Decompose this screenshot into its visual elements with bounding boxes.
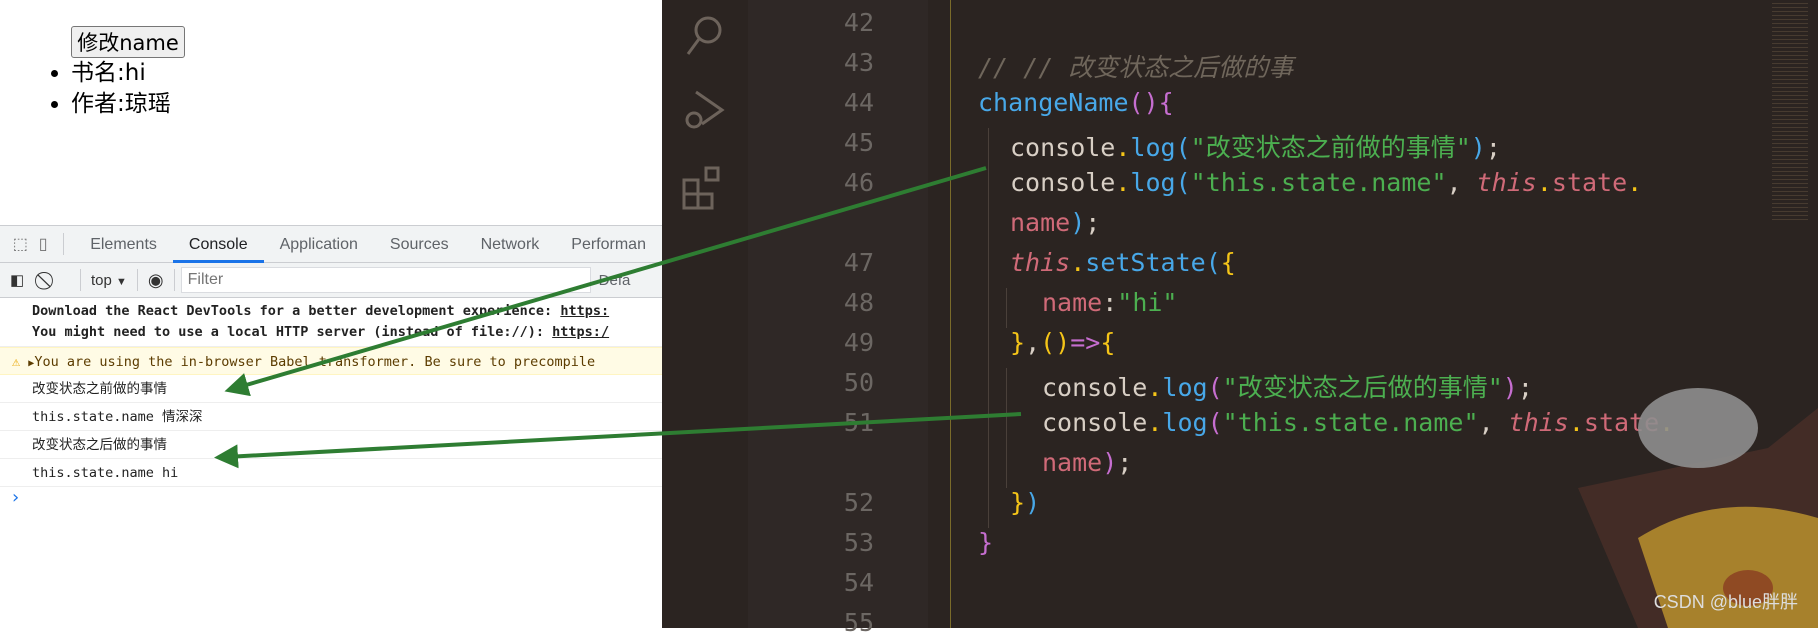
- console-prompt[interactable]: ›: [0, 487, 662, 517]
- line-number-gutter: 42 43 44 45 46 47 48 49 50 51 52 53 54 5…: [748, 0, 928, 637]
- divider: [173, 269, 175, 291]
- code-line-51-wrap: name);: [1042, 448, 1133, 477]
- indent-guide: [1006, 288, 1007, 328]
- console-warning: ⚠ ▶You are using the in-browser Babel tr…: [0, 347, 662, 375]
- line-number: 55: [843, 608, 874, 637]
- warning-icon: ⚠: [12, 354, 21, 370]
- indent-guide: [1006, 368, 1007, 488]
- line-number: 44: [843, 88, 874, 117]
- console-output: Download the React DevTools for a better…: [0, 298, 662, 517]
- device-toolbar-icon[interactable]: ▯: [33, 230, 54, 258]
- console-log: 改变状态之前做的事情: [0, 375, 662, 403]
- line-number: 54: [843, 568, 874, 597]
- run-debug-icon[interactable]: [682, 88, 728, 134]
- code-line-45: console.log("改变状态之前做的事情");: [1010, 133, 1501, 162]
- code-line-49: },()=>{: [1010, 328, 1116, 357]
- divider: [80, 269, 81, 291]
- devtools-tabbar: ⬚ ▯ Elements Console Application Sources…: [0, 226, 662, 263]
- clear-console-icon[interactable]: ⃠: [48, 270, 70, 291]
- context-select[interactable]: top ▼: [91, 272, 127, 289]
- string-literal: "this.state.name": [1222, 408, 1479, 437]
- search-icon[interactable]: [684, 12, 726, 58]
- activity-bar: [662, 0, 748, 628]
- change-name-button[interactable]: 修改name: [71, 26, 185, 58]
- line-number: 42: [843, 8, 874, 37]
- console-toolbar: ◧ ⃠ top ▼ ◉ Filter Defa: [0, 263, 662, 298]
- book-title-item: 书名:hi: [71, 58, 171, 89]
- code-line-43: // // 改变状态之后做的事: [978, 48, 1293, 84]
- dropdown-arrow-icon: ▼: [116, 275, 127, 288]
- console-log: this.state.name hi: [0, 459, 662, 487]
- context-value: top: [91, 271, 112, 289]
- rendered-page: 修改name 书名:hi 作者:琼瑶: [0, 0, 662, 225]
- watermark: CSDN @blue胖胖: [1653, 592, 1798, 612]
- line-number: 47: [843, 248, 874, 277]
- indent-guide: [988, 128, 989, 528]
- string-literal: "this.state.name": [1190, 168, 1447, 197]
- tab-performance[interactable]: Performan: [555, 226, 662, 263]
- minimap: [1772, 0, 1808, 220]
- code-line-46-wrap: name);: [1010, 208, 1101, 237]
- code-line-53: }: [978, 528, 994, 557]
- message-text: You might need to use a local HTTP serve…: [32, 324, 553, 340]
- tab-console[interactable]: Console: [172, 226, 264, 263]
- code-line-47: this.setState({: [1010, 248, 1236, 277]
- divider: [63, 233, 65, 255]
- code-line-50: console.log("改变状态之后做的事情");: [1042, 373, 1533, 402]
- indent-guide: [950, 0, 951, 628]
- function-name: changeName: [978, 88, 1129, 117]
- extensions-icon[interactable]: [682, 166, 728, 212]
- inspect-element-icon[interactable]: ⬚: [10, 230, 31, 258]
- string-literal: "改变状态之前做的事情": [1190, 133, 1471, 162]
- console-log: this.state.name 情深深: [0, 403, 662, 431]
- code-line-46: console.log("this.state.name", this.stat…: [1010, 168, 1643, 197]
- message-text: Download the React DevTools for a better…: [32, 303, 561, 319]
- book-author-item: 作者:琼瑶: [71, 89, 171, 120]
- line-number: 50: [843, 368, 874, 397]
- message-link[interactable]: https:: [560, 303, 609, 319]
- filter-input[interactable]: Filter: [180, 267, 591, 293]
- tab-network[interactable]: Network: [465, 226, 556, 263]
- anime-character-background-image: [1578, 388, 1818, 628]
- warning-text: You are using the in-browser Babel trans…: [34, 354, 596, 370]
- string-literal: "改变状态之后做的事情": [1222, 373, 1503, 402]
- code-comment: // // 改变状态之后做的事: [978, 53, 1294, 82]
- console-log: 改变状态之后做的事情: [0, 431, 662, 459]
- code-line-48: name:"hi": [1042, 288, 1178, 317]
- code-editor: 42 43 44 45 46 47 48 49 50 51 52 53 54 5…: [662, 0, 1818, 637]
- tab-application[interactable]: Application: [264, 226, 374, 263]
- devtools-panel: ⬚ ▯ Elements Console Application Sources…: [0, 225, 662, 628]
- console-message: Download the React DevTools for a better…: [0, 298, 662, 347]
- line-number: 46: [843, 168, 874, 197]
- tab-sources[interactable]: Sources: [374, 226, 465, 263]
- tab-elements[interactable]: Elements: [74, 226, 173, 263]
- line-number: 48: [843, 288, 874, 317]
- line-number: 52: [843, 488, 874, 517]
- code-line-52: }): [1010, 488, 1041, 517]
- string-literal: "hi": [1117, 288, 1178, 317]
- book-list: 书名:hi 作者:琼瑶: [71, 58, 171, 120]
- line-number: 53: [843, 528, 874, 557]
- line-number: 45: [843, 128, 874, 157]
- code-line-44: changeName(){: [978, 88, 1174, 117]
- line-number: 49: [843, 328, 874, 357]
- message-link[interactable]: https:/: [552, 324, 609, 340]
- line-number: 43: [843, 48, 874, 77]
- line-number: 51: [843, 408, 874, 437]
- log-levels-dropdown[interactable]: Defa: [599, 272, 631, 289]
- sidebar-toggle-icon[interactable]: ◧: [10, 271, 32, 289]
- divider: [136, 269, 138, 291]
- live-expression-eye-icon[interactable]: ◉: [148, 270, 164, 291]
